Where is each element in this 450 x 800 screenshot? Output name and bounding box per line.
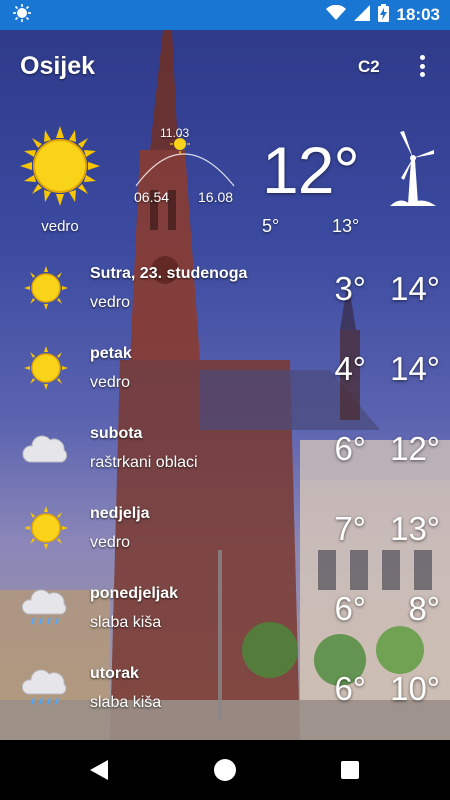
back-icon[interactable]: [88, 758, 110, 787]
sun-icon: [22, 346, 70, 390]
solar-noon-time: 11.03: [160, 126, 190, 140]
city-title[interactable]: Osijek: [20, 52, 95, 81]
forecast-day[interactable]: utorak slaba kiša 6° 10°: [0, 648, 450, 728]
forecast-day[interactable]: Sutra, 23. studenoga vedro 3° 14°: [0, 248, 450, 328]
forecast-day[interactable]: nedjelja vedro 7° 13°: [0, 488, 450, 568]
forecast-condition: slaba kiša: [90, 614, 162, 631]
status-time: 18:03: [396, 5, 440, 24]
forecast-condition: vedro: [90, 374, 131, 391]
current-temperature: 12°: [262, 133, 360, 207]
forecast-condition: vedro: [90, 294, 131, 311]
forecast-day[interactable]: ponedjeljak slaba kiša 6° 8°: [0, 568, 450, 648]
forecast-min-temp: 3°: [334, 270, 366, 307]
forecast-list: Sutra, 23. studenoga vedro 3° 14° petak …: [0, 248, 450, 728]
forecast-day-name: petak: [90, 345, 132, 362]
forecast-day-name: utorak: [90, 665, 139, 682]
battery-charging-icon: [377, 3, 389, 27]
forecast-min-temp: 4°: [334, 350, 366, 387]
unit-toggle-button[interactable]: C2: [358, 57, 380, 77]
sun-icon: [22, 506, 70, 550]
forecast-condition: raštrkani oblaci: [90, 454, 198, 471]
recents-icon[interactable]: [341, 761, 359, 779]
signal-icon: [353, 4, 370, 26]
forecast-condition: slaba kiša: [90, 694, 162, 711]
forecast-condition: vedro: [90, 534, 131, 551]
sun-icon: [22, 266, 70, 310]
forecast-day-name: Sutra, 23. studenoga: [90, 265, 248, 282]
forecast-day[interactable]: subota raštrkani oblaci 6° 12°: [0, 408, 450, 488]
wifi-icon: [325, 4, 346, 26]
more-vert-icon[interactable]: [412, 52, 432, 80]
forecast-min-temp: 6°: [334, 430, 366, 467]
forecast-max-temp: 8°: [408, 590, 440, 627]
cloud-icon: [22, 426, 70, 470]
sunset-time: 16.08: [198, 189, 234, 205]
sunrise-time: 06.54: [134, 189, 170, 205]
forecast-max-temp: 14°: [390, 350, 440, 387]
forecast-day[interactable]: petak vedro 4° 14°: [0, 328, 450, 408]
home-icon[interactable]: [214, 759, 236, 781]
navigation-bar: [0, 740, 450, 800]
current-min-temp: 5°: [262, 216, 280, 236]
forecast-day-name: subota: [90, 425, 143, 442]
forecast-max-temp: 13°: [390, 510, 440, 547]
forecast-day-name: nedjelja: [90, 505, 150, 522]
forecast-day-name: ponedjeljak: [90, 585, 179, 602]
status-bar: 18:03: [0, 0, 450, 30]
forecast-min-temp: 6°: [334, 590, 366, 627]
wind-turbine-icon: [388, 130, 438, 215]
sun-icon: [20, 126, 100, 211]
forecast-min-temp: 6°: [334, 670, 366, 707]
forecast-max-temp: 12°: [390, 430, 440, 467]
app-bar: Osijek C2: [0, 30, 450, 102]
forecast-max-temp: 10°: [390, 670, 440, 707]
rain-cloud-icon: [21, 586, 70, 630]
forecast-min-temp: 7°: [334, 510, 366, 547]
weather-app-icon: [12, 3, 32, 28]
current-max-temp: 13°: [332, 216, 360, 236]
current-condition: vedro: [41, 218, 79, 235]
forecast-max-temp: 14°: [390, 270, 440, 307]
rain-cloud-icon: [21, 666, 70, 710]
